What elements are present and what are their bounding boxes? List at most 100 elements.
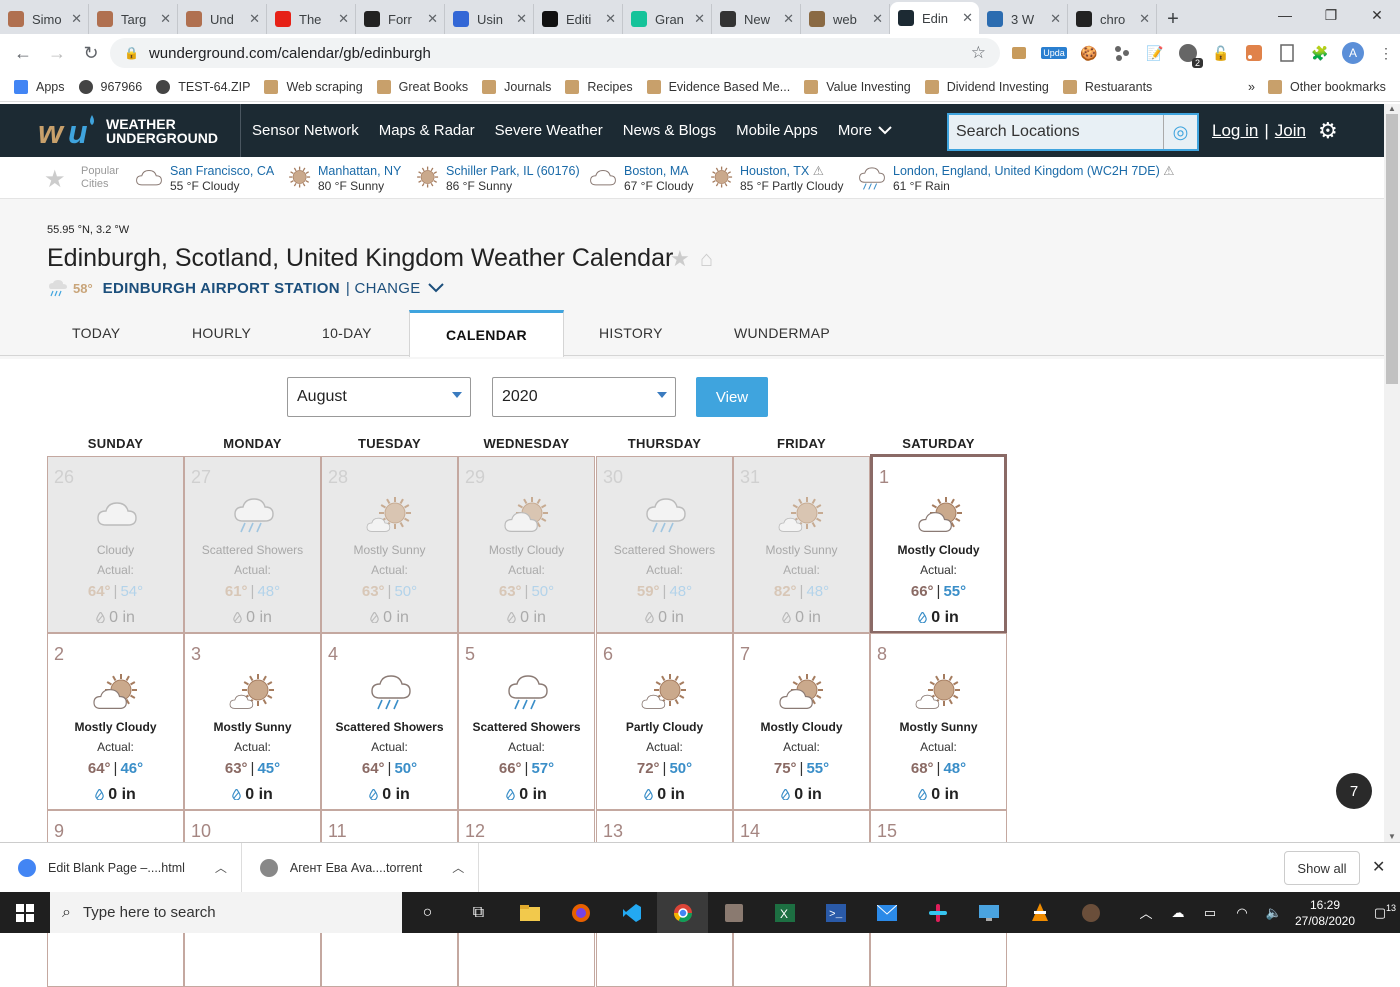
tab-10-day[interactable]: 10-DAY: [322, 310, 372, 356]
app-icon[interactable]: [708, 892, 759, 933]
popular-city[interactable]: Boston, MA 67 °F Cloudy: [586, 164, 694, 193]
change-station-link[interactable]: | CHANGE: [346, 280, 421, 297]
clock[interactable]: 16:29 27/08/2020: [1290, 897, 1360, 929]
close-tab-icon[interactable]: ✕: [1139, 11, 1150, 27]
chevron-down-icon[interactable]: [877, 122, 893, 140]
close-tab-icon[interactable]: ✕: [962, 10, 973, 26]
profile-avatar[interactable]: A: [1339, 41, 1367, 65]
bookmark-item[interactable]: Web scraping: [264, 79, 363, 94]
close-tab-icon[interactable]: ✕: [872, 11, 883, 27]
nav-sensor-network[interactable]: Sensor Network: [252, 122, 359, 139]
browser-tab[interactable]: New ✕: [712, 4, 801, 34]
bookmarks-overflow-icon[interactable]: »: [1248, 80, 1255, 94]
calendar-day-cell[interactable]: 30 Scattered Showers Actual: 59° | 48° 0 i…: [596, 456, 733, 633]
browser-tab[interactable]: Usin ✕: [445, 4, 534, 34]
excel-icon[interactable]: X: [759, 892, 810, 933]
floating-count-badge[interactable]: 7: [1336, 773, 1372, 809]
calendar-day-cell[interactable]: 6 Partly Cloudy Actual: 72° | 50° 0 in: [596, 633, 733, 810]
wu-logo[interactable]: w u WEATHER UNDERGROUND: [38, 111, 228, 151]
browser-tab[interactable]: The ✕: [267, 4, 356, 34]
calendar-day-cell[interactable]: 2 Mostly Cloudy Actual: 64° | 46° 0 in: [47, 633, 184, 810]
browser-tab[interactable]: web ✕: [801, 4, 890, 34]
close-tab-icon[interactable]: ✕: [516, 11, 527, 27]
close-tab-icon[interactable]: ✕: [783, 11, 794, 27]
wifi-icon[interactable]: ◠: [1226, 905, 1258, 921]
browser-tab[interactable]: Simo ✕: [0, 4, 89, 34]
network-extension-icon[interactable]: [1108, 41, 1136, 65]
forward-icon[interactable]: →: [40, 36, 74, 70]
onedrive-icon[interactable]: ☁: [1162, 905, 1194, 921]
city-name[interactable]: Manhattan, NY: [318, 164, 401, 179]
browser-tab[interactable]: Edin ✕: [890, 2, 979, 34]
bookmark-star-icon[interactable]: ☆: [971, 43, 986, 63]
close-tab-icon[interactable]: ✕: [338, 11, 349, 27]
locate-me-icon[interactable]: ◎: [1163, 115, 1197, 149]
alert-icon[interactable]: ⚠: [813, 164, 824, 178]
scroll-down-icon[interactable]: ▼: [1384, 832, 1400, 842]
vscode-icon[interactable]: [606, 892, 657, 933]
volume-icon[interactable]: 🔈: [1258, 905, 1290, 921]
tab-history[interactable]: HISTORY: [599, 310, 663, 356]
calendar-day-cell[interactable]: 29 Mostly Cloudy Actual: 63° | 50° 0 in: [458, 456, 595, 633]
nav-severe-weather[interactable]: Severe Weather: [495, 122, 603, 139]
popular-city[interactable]: Manhattan, NY 80 °F Sunny: [280, 164, 401, 193]
browser-tab[interactable]: Gran ✕: [623, 4, 712, 34]
chrome-taskbar-icon[interactable]: [657, 892, 708, 933]
calendar-day-cell[interactable]: 26 Cloudy Actual: 64° | 54° 0 in: [47, 456, 184, 633]
close-downloads-icon[interactable]: ✕: [1372, 857, 1385, 877]
download-item[interactable]: Агент Ева Ava....torrent ︿: [242, 842, 480, 893]
calendar-day-cell[interactable]: 28 Mostly Sunny Actual: 63° | 50° 0 in: [321, 456, 458, 633]
home-icon[interactable]: ⌂: [700, 246, 713, 271]
reload-icon[interactable]: ↻: [74, 36, 108, 70]
cortana-icon[interactable]: ○: [402, 892, 453, 933]
back-icon[interactable]: ←: [6, 36, 40, 70]
update-extension-icon[interactable]: Upda: [1038, 41, 1070, 65]
tab-hourly[interactable]: HOURLY: [192, 310, 251, 356]
tab-today[interactable]: TODAY: [72, 310, 120, 356]
note-extension-icon[interactable]: 📝: [1141, 41, 1169, 65]
tab-calendar[interactable]: CALENDAR: [409, 310, 564, 357]
search-locations-input[interactable]: Search Locations ◎: [947, 113, 1199, 151]
mail-icon[interactable]: [861, 892, 912, 933]
alert-icon[interactable]: ⚠: [1163, 164, 1174, 178]
remote-desktop-icon[interactable]: [963, 892, 1014, 933]
battery-icon[interactable]: ▭: [1194, 905, 1226, 921]
page-scrollbar[interactable]: ▲ ▼: [1384, 104, 1400, 842]
address-bar[interactable]: 🔒 wunderground.com/calendar/gb/edinburgh…: [110, 38, 1000, 68]
powershell-icon[interactable]: >_: [810, 892, 861, 933]
join-link[interactable]: Join: [1275, 121, 1306, 141]
calendar-day-cell[interactable]: 1 Mostly Cloudy Actual: 66° | 55° 0 in: [870, 454, 1007, 634]
bookmark-item[interactable]: Dividend Investing: [924, 79, 1049, 94]
close-tab-icon[interactable]: ✕: [249, 11, 260, 27]
browser-tab[interactable]: Targ ✕: [89, 4, 178, 34]
chevron-up-icon[interactable]: ︿: [215, 859, 227, 876]
nav-maps-radar[interactable]: Maps & Radar: [379, 122, 475, 139]
bookmark-item[interactable]: TEST-64.ZIP: [156, 79, 250, 94]
browser-tab[interactable]: Forr ✕: [356, 4, 445, 34]
cookie-icon[interactable]: 🍪: [1075, 41, 1103, 65]
show-all-button[interactable]: Show all: [1284, 851, 1360, 885]
login-link[interactable]: Log in: [1212, 121, 1258, 141]
page-extension-icon[interactable]: [1273, 41, 1301, 65]
minimize-button[interactable]: —: [1262, 0, 1308, 30]
city-name[interactable]: London, England, United Kingdom (WC2H 7D…: [893, 164, 1175, 179]
window-close-button[interactable]: ✕: [1354, 0, 1400, 30]
year-select[interactable]: 2020: [492, 377, 676, 417]
close-tab-icon[interactable]: ✕: [160, 11, 171, 27]
bookmark-item[interactable]: Great Books: [376, 79, 468, 94]
favorite-star-icon[interactable]: ★: [44, 165, 66, 194]
scroll-up-icon[interactable]: ▲: [1384, 104, 1400, 114]
calendar-day-cell[interactable]: 5 Scattered Showers Actual: 66° | 57° 0 in: [458, 633, 595, 810]
scrollbar-thumb[interactable]: [1386, 114, 1398, 384]
calendar-day-cell[interactable]: 4 Scattered Showers Actual: 64° | 50° 0 in: [321, 633, 458, 810]
gear-icon[interactable]: ⚙: [1318, 118, 1338, 144]
city-name[interactable]: Schiller Park, IL (60176): [446, 164, 580, 179]
month-select[interactable]: August: [287, 377, 471, 417]
bookmark-item[interactable]: Journals: [482, 79, 551, 94]
popular-city[interactable]: San Francisco, CA 55 °F Cloudy: [132, 164, 274, 193]
browser-tab[interactable]: Editi ✕: [534, 4, 623, 34]
favorite-star-icon[interactable]: ★: [670, 246, 690, 271]
extension-icon[interactable]: [1005, 41, 1033, 65]
taskbar-search-input[interactable]: ⌕ Type here to search: [50, 892, 402, 933]
chrome-menu-icon[interactable]: ⋮: [1372, 41, 1400, 65]
